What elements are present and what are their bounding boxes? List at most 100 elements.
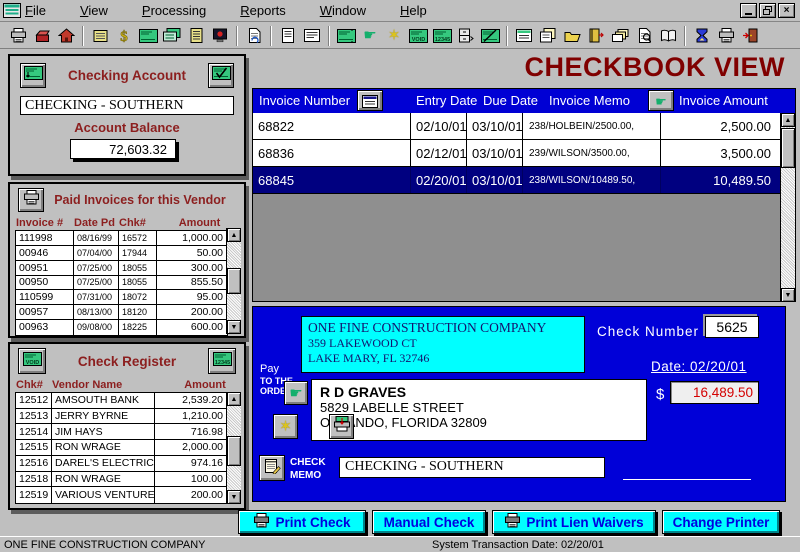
print-setup-icon[interactable]	[714, 25, 738, 46]
doc-portrait-icon[interactable]	[276, 25, 300, 46]
scrollbar-thumb[interactable]	[781, 128, 795, 168]
scroll-up-icon[interactable]: ▲	[781, 113, 795, 127]
column-header: Chk#	[16, 379, 43, 391]
table-row[interactable]: 12516 DAREL'S ELECTRICA 974.16	[16, 455, 227, 472]
renumber-check-button[interactable]: 12345	[208, 348, 236, 374]
vendor-cards-icon[interactable]	[30, 25, 54, 46]
scrollbar-thumb[interactable]	[227, 268, 241, 294]
select-payee-button[interactable]: ☛	[284, 381, 308, 405]
reconcile-account-button[interactable]	[208, 63, 234, 88]
home-icon[interactable]	[54, 25, 78, 46]
invoice-list-button[interactable]	[357, 90, 383, 111]
void-check-button[interactable]: VOID	[18, 348, 46, 374]
table-row[interactable]: 12512 AMSOUTH BANK 2,539.20	[16, 393, 227, 409]
numbered-check-icon[interactable]: 12345	[430, 25, 454, 46]
hourglass-icon[interactable]	[690, 25, 714, 46]
check-printer-icon	[333, 416, 351, 437]
exit-book-icon[interactable]	[584, 25, 608, 46]
copy-check-icon[interactable]	[160, 25, 184, 46]
check-amount-field[interactable]: 16,489.50	[670, 381, 759, 404]
scrollbar-thumb[interactable]	[227, 436, 241, 466]
void-check-icon[interactable]: VOID	[406, 25, 430, 46]
table-cell: 18055	[119, 260, 157, 275]
exit-door-icon[interactable]	[738, 25, 762, 46]
invoice-table-header: Invoice Number Entry Date Due Date Invoi…	[253, 89, 795, 113]
menu-file[interactable]: File	[25, 1, 46, 20]
table-row[interactable]: 110599 07/31/00 18072 95.00	[16, 290, 227, 306]
table-row[interactable]: 12515 RON WRAGE 2,000.00	[16, 440, 227, 456]
close-button[interactable]: ×	[778, 3, 795, 18]
print-paid-invoices-button[interactable]	[18, 188, 44, 212]
check-date: Date: 02/20/01	[651, 359, 747, 374]
pointer-flag-icon[interactable]: ☛	[358, 25, 382, 46]
restore-button[interactable]	[759, 3, 776, 18]
table-row[interactable]: 00957 08/13/00 18120 200.00	[16, 305, 227, 321]
check-register-scrollbar[interactable]: ▲ ▼	[226, 392, 241, 504]
open-folder-icon[interactable]	[560, 25, 584, 46]
check-number-field[interactable]: 5625	[705, 316, 759, 338]
table-cell: 09/08/00	[74, 320, 119, 335]
book-icon[interactable]	[656, 25, 680, 46]
scroll-up-icon[interactable]: ▲	[227, 228, 241, 242]
print-lien-waivers-button[interactable]: Print Lien Waivers	[492, 510, 656, 534]
change-printer-button[interactable]: Change Printer	[662, 510, 780, 534]
manual-check-button[interactable]: Manual Check	[372, 510, 486, 534]
check-memo-button[interactable]	[259, 455, 285, 481]
svg-text:12345: 12345	[214, 360, 229, 366]
transfer-check-icon[interactable]	[334, 25, 358, 46]
menu-help[interactable]: Help	[400, 1, 427, 20]
quick-fill-button[interactable]: ✶	[273, 414, 298, 439]
monitor-icon[interactable]	[208, 25, 232, 46]
table-row[interactable]: 12518 RON WRAGE 100.00	[16, 471, 227, 488]
ledger-icon[interactable]	[88, 25, 112, 46]
menu-window[interactable]: Window	[320, 1, 366, 20]
page-title: CHECKBOOK VIEW	[524, 52, 785, 82]
company-street: 359 LAKEWOOD CT	[308, 336, 417, 350]
invoice-row-selected[interactable]: 68845 02/20/01 03/10/01 238/WILSON/10489.50…	[253, 167, 781, 194]
table-cell: DAREL'S ELECTRICA	[52, 455, 155, 471]
table-row[interactable]: 00963 09/08/00 18225 600.00	[16, 320, 227, 335]
invoice-row[interactable]: 68822 02/10/01 03/10/01 238/HOLBEIN/2500.00…	[253, 113, 781, 140]
dollar-icon[interactable]: $	[112, 25, 136, 46]
print-icon[interactable]	[6, 25, 30, 46]
table-row[interactable]: 00950 07/25/00 18055 855.50	[16, 275, 227, 291]
invoice-row[interactable]: 68836 02/12/01 03/10/01 239/WILSON/3500.00,…	[253, 140, 781, 167]
menu-processing[interactable]: Processing	[142, 1, 206, 20]
scroll-down-icon[interactable]: ▼	[227, 490, 241, 504]
search-doc-icon[interactable]	[632, 25, 656, 46]
toolbar-separator	[270, 25, 272, 46]
edit-check-icon[interactable]	[478, 25, 502, 46]
scroll-up-icon[interactable]: ▲	[227, 392, 241, 406]
menu-reports[interactable]: Reports	[240, 1, 286, 20]
copies-icon[interactable]	[608, 25, 632, 46]
table-row[interactable]: 12513 JERRY BYRNE 1,210.00	[16, 408, 227, 425]
toolbar: $ ☛ ✶ VOID 12345	[0, 23, 800, 49]
system-menu-icon[interactable]	[3, 3, 21, 18]
refresh-doc-icon[interactable]	[242, 25, 266, 46]
select-account-button[interactable]	[20, 63, 46, 88]
minimize-button[interactable]	[740, 3, 757, 18]
invoice-table-scrollbar[interactable]: ▲ ▼	[780, 113, 795, 302]
print-this-check-button[interactable]	[329, 414, 354, 439]
table-row[interactable]: 111998 08/16/99 16572 1,000.00	[16, 231, 227, 246]
select-invoice-button[interactable]: ☛	[648, 90, 674, 111]
list-doc-icon[interactable]	[184, 25, 208, 46]
print-check-button[interactable]: Print Check	[238, 510, 366, 534]
doc-landscape-icon[interactable]	[300, 25, 324, 46]
check-icon[interactable]	[136, 25, 160, 46]
copy-form-icon[interactable]	[536, 25, 560, 46]
form-icon[interactable]	[512, 25, 536, 46]
scroll-down-icon[interactable]: ▼	[227, 320, 241, 334]
table-row[interactable]: 12519 VARIOUS VENTURE 200.00	[16, 487, 227, 503]
table-row[interactable]: 00951 07/25/00 18055 300.00	[16, 260, 227, 276]
paid-invoices-scrollbar[interactable]: ▲ ▼	[226, 228, 241, 334]
table-row[interactable]: 00946 07/04/00 17944 50.00	[16, 245, 227, 261]
table-row[interactable]: 12514 JIM HAYS 716.98	[16, 424, 227, 441]
wand-icon[interactable]: ✶	[382, 25, 406, 46]
archive-icon[interactable]	[454, 25, 478, 46]
check-memo-field[interactable]: CHECKING - SOUTHERN	[339, 457, 605, 478]
menu-view[interactable]: View	[80, 1, 108, 20]
scroll-down-icon[interactable]: ▼	[781, 288, 795, 302]
table-cell: 12518	[16, 471, 52, 487]
checking-account-field[interactable]: CHECKING - SOUTHERN	[20, 96, 234, 115]
